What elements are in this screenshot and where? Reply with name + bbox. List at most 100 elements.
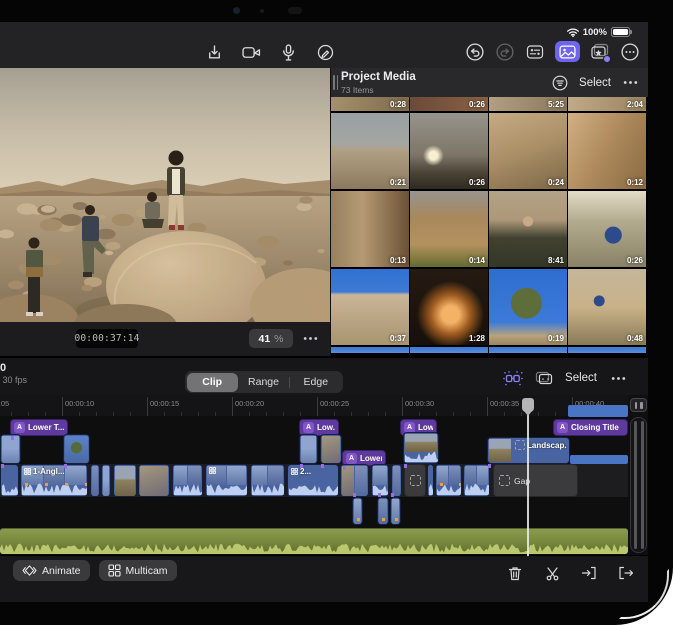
timeline-clip-multicam[interactable]: 2... [287, 464, 339, 497]
tab-edge[interactable]: Edge [290, 373, 341, 392]
microphone-button[interactable] [278, 42, 298, 62]
enhance-button[interactable] [503, 368, 523, 388]
media-browser-button[interactable] [555, 41, 580, 62]
media-thumbnail[interactable]: 0:14 [410, 191, 488, 267]
media-thumbnail[interactable] [568, 347, 646, 353]
toolbar-left-icons [204, 42, 335, 62]
clip-duration: 0:26 [627, 256, 643, 265]
project-format-meta: · 30 fps [0, 375, 27, 385]
camera-button[interactable] [241, 42, 261, 62]
overwrite-button[interactable] [616, 563, 636, 583]
media-select-button[interactable]: Select [579, 77, 611, 89]
playhead-line [527, 398, 529, 556]
multicam-icon [108, 564, 121, 577]
timeline-select-button[interactable]: Select [565, 372, 597, 384]
blade-button[interactable] [542, 563, 562, 583]
grid-icon [291, 468, 298, 475]
filter-icon [552, 75, 568, 91]
media-thumbnail[interactable]: 0:37 [331, 269, 409, 345]
ruler-major-tick [402, 397, 403, 416]
timeline-clip[interactable] [250, 464, 285, 497]
connected-clip[interactable] [299, 434, 318, 464]
undo-button[interactable] [465, 42, 485, 62]
connected-clip-landscape[interactable]: Landscap... [487, 437, 570, 464]
timeline-clip[interactable] [0, 464, 19, 497]
timeline-clip[interactable] [205, 464, 248, 497]
media-thumbnail[interactable]: 0:26 [568, 191, 646, 267]
filter-button[interactable] [550, 73, 570, 93]
pencil-button[interactable] [315, 42, 335, 62]
timeline-clip[interactable] [90, 464, 100, 497]
status-bar: 100% [567, 25, 630, 39]
media-thumbnail[interactable]: 0:24 [489, 113, 567, 189]
timeline-clip[interactable] [435, 464, 462, 497]
media-more-button[interactable] [620, 73, 640, 93]
inspector-icon [526, 44, 544, 60]
timeline-clip[interactable] [101, 464, 111, 497]
timeline-clip[interactable] [463, 464, 490, 497]
connected-bar[interactable] [568, 405, 628, 417]
multicam-button[interactable]: Multicam [99, 560, 177, 581]
media-thumbnail[interactable]: 1:28 [410, 269, 488, 345]
insert-button[interactable] [579, 563, 599, 583]
connected-clip[interactable] [403, 432, 439, 464]
playhead-handle[interactable] [522, 398, 534, 412]
timeline-clip[interactable] [172, 464, 203, 497]
ruler-timecode-label: 00:00:35 [490, 399, 519, 408]
redo-button[interactable] [495, 42, 515, 62]
media-thumbnail[interactable]: 5:25 [489, 97, 567, 111]
connected-clip[interactable] [63, 434, 90, 464]
title-clip-label: Low... [418, 423, 433, 432]
viewer-more-button[interactable] [300, 329, 320, 348]
tab-clip[interactable]: Clip [187, 373, 238, 392]
sensor-pill [288, 7, 302, 14]
battery-label: 100% [583, 27, 607, 38]
media-thumbnail[interactable] [331, 347, 409, 353]
import-button[interactable] [204, 42, 224, 62]
connected-below-clip[interactable] [377, 497, 389, 525]
timeline-scrollbar[interactable] [630, 417, 647, 553]
timeline-ruler[interactable]: 00:00:0500:00:1000:00:1500:00:2000:00:25… [0, 395, 628, 417]
media-thumbnail[interactable]: 0:48 [568, 269, 646, 345]
media-thumbnail[interactable]: 0:28 [331, 97, 409, 111]
connected-below-clip[interactable] [390, 497, 401, 525]
media-thumbnail[interactable]: 0:19 [489, 269, 567, 345]
connected-clip[interactable] [320, 434, 342, 464]
timeline-zoom-button[interactable] [630, 398, 647, 412]
timeline-clip[interactable] [138, 464, 170, 497]
title-clip[interactable]: AClosing Title [553, 419, 628, 436]
media-thumbnail[interactable]: 0:26 [410, 113, 488, 189]
timeline-clip[interactable] [113, 464, 137, 497]
media-thumbnail[interactable]: 0:26 [410, 97, 488, 111]
title-icon: A [303, 422, 314, 433]
media-thumbnail[interactable]: 2:04 [568, 97, 646, 111]
panel-drag-handle[interactable] [333, 75, 338, 90]
gap-clip[interactable]: Gap [493, 464, 578, 497]
clip-duration: 0:48 [627, 334, 643, 343]
clips-button[interactable] [590, 42, 610, 62]
connected-below-clip[interactable] [352, 497, 363, 525]
inspector-button[interactable] [525, 42, 545, 62]
zoom-level-control[interactable]: 41 % [249, 329, 293, 348]
connected-bar[interactable] [570, 455, 628, 464]
media-thumbnail[interactable]: 0:13 [331, 191, 409, 267]
media-thumbnail[interactable] [489, 347, 567, 353]
audio-clip[interactable] [0, 528, 628, 554]
viewer-controls: 00:00:37:14 41 % [0, 322, 330, 356]
more-button[interactable] [620, 42, 640, 62]
timeline-more-button[interactable] [608, 368, 628, 388]
tab-range[interactable]: Range [238, 373, 289, 392]
media-thumbnail[interactable]: 8:41 [489, 191, 567, 267]
clip-overlap-button[interactable] [534, 368, 554, 388]
media-thumbnail[interactable]: 0:21 [331, 113, 409, 189]
gap-clip[interactable]: G [404, 464, 426, 497]
media-thumbnail[interactable] [410, 347, 488, 353]
timeline-header: 0 · 30 fps ClipRangeEdge Select [0, 358, 648, 395]
media-thumbnail[interactable]: 0:12 [568, 113, 646, 189]
animate-button[interactable]: Animate [13, 560, 90, 581]
timeline-clip-multicam[interactable]: 1-Angl... [20, 464, 88, 497]
title-icon: A [14, 422, 25, 433]
trash-button[interactable] [505, 563, 525, 583]
landscape-icon [515, 440, 525, 450]
timeline-clip[interactable] [427, 464, 434, 497]
